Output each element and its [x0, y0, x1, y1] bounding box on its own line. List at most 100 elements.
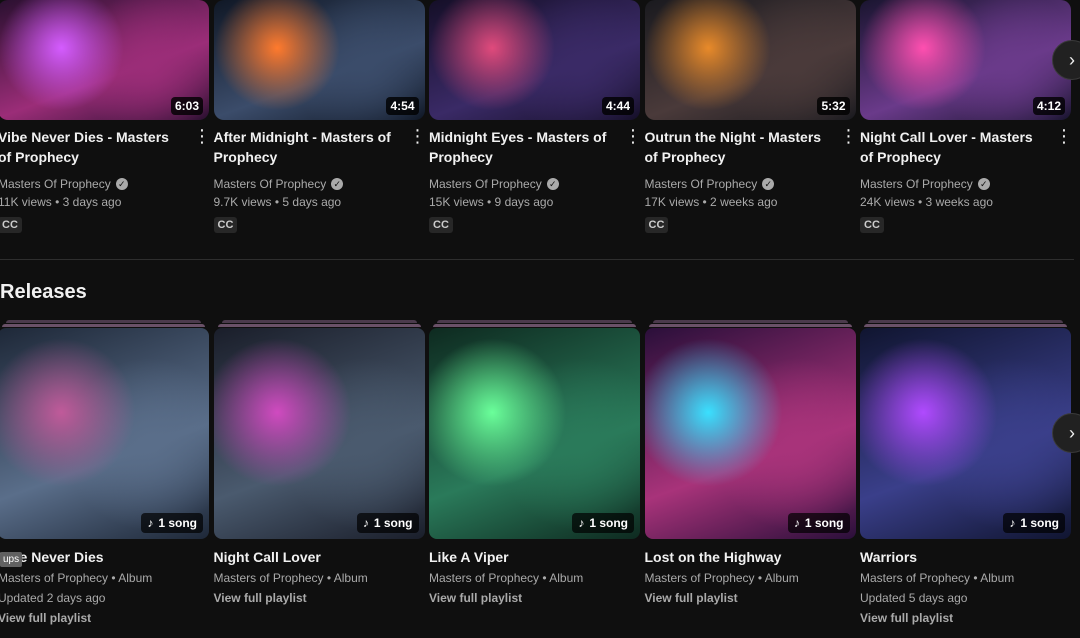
channel-label[interactable]: Masters Of Prophecy [645, 177, 758, 191]
album-cover[interactable]: ♪ 1 song [860, 328, 1071, 539]
song-count-badge: ♪ 1 song [787, 513, 850, 533]
verified-icon: ✓ [546, 178, 559, 190]
cc-badge: CC [213, 217, 238, 233]
cc-badge: CC [644, 217, 669, 233]
song-count-badge: ♪ 1 song [1003, 513, 1065, 533]
stack-edge [2, 324, 205, 327]
song-count: 1 song [804, 516, 844, 530]
album-cover[interactable]: ♪ 1 song [644, 328, 856, 539]
video-meta: 24K views • 3 weeks ago [860, 195, 993, 209]
view-playlist-link[interactable]: View full playlist [214, 591, 307, 605]
view-playlist-link[interactable]: View full playlist [0, 611, 91, 625]
stack-edge [437, 320, 632, 323]
song-count-badge: ♪ 1 song [572, 513, 634, 533]
video-meta: 17K views • 2 weeks ago [644, 195, 778, 209]
channel-name[interactable]: Masters Of Prophecy ✓ [429, 177, 559, 191]
stack-edge [652, 320, 848, 323]
album-title[interactable]: Like A Viper [429, 549, 509, 565]
more-vert-icon[interactable]: ⋮ [624, 126, 642, 148]
more-vert-icon[interactable]: ⋮ [840, 126, 858, 148]
song-count: 1 song [1020, 516, 1059, 530]
channel-label[interactable]: Masters Of Prophecy [860, 177, 973, 191]
album-cover[interactable]: ♪ 1 song [0, 328, 209, 539]
cc-badge: CC [0, 217, 22, 233]
divider [0, 259, 1074, 260]
verified-icon: ✓ [115, 178, 128, 190]
album-subtitle: Masters of Prophecy • Album [0, 571, 153, 585]
view-playlist-link[interactable]: View full playlist [429, 591, 522, 605]
duration-badge: 4:44 [601, 97, 634, 115]
video-thumbnail[interactable]: 4:12 [860, 0, 1071, 120]
song-count: 1 song [373, 516, 413, 530]
more-vert-icon[interactable]: ⋮ [409, 126, 427, 148]
video-title[interactable]: Outrun the Night - Masters of Prophecy [645, 127, 831, 167]
album-title[interactable]: Night Call Lover [214, 549, 321, 565]
stack-edge [864, 324, 1067, 327]
video-meta: 11K views • 3 days ago [0, 195, 122, 209]
video-thumbnail[interactable]: 5:32 [644, 0, 856, 120]
music-note-icon: ♪ [578, 516, 585, 530]
video-thumbnail[interactable]: 4:54 [213, 0, 425, 120]
channel-label[interactable]: Masters Of Prophecy [429, 177, 542, 191]
music-note-icon: ♪ [147, 516, 154, 530]
more-vert-icon[interactable]: ⋮ [193, 126, 211, 148]
section-title-releases: Releases [0, 281, 87, 303]
music-note-icon: ♪ [793, 516, 800, 530]
video-title[interactable]: After Midnight - Masters of Prophecy [214, 127, 400, 167]
album-cover[interactable]: ♪ 1 song [213, 328, 425, 539]
channel-name[interactable]: Masters Of Prophecy ✓ [645, 177, 775, 191]
artwork [860, 328, 1071, 539]
duration-badge: 4:54 [386, 97, 419, 115]
cc-badge: CC [860, 217, 884, 233]
album-title[interactable]: Warriors [860, 549, 917, 565]
album-cover[interactable]: ♪ 1 song [429, 328, 640, 539]
channel-name[interactable]: Masters Of Prophecy ✓ [0, 177, 128, 191]
album-subtitle: Masters of Prophecy • Album [429, 571, 584, 585]
verified-icon: ✓ [977, 178, 990, 190]
view-playlist-link[interactable]: View full playlist [645, 591, 738, 605]
video-meta: 15K views • 9 days ago [429, 195, 554, 209]
stack-edge [868, 320, 1063, 323]
video-meta: 9.7K views • 5 days ago [213, 195, 342, 209]
video-thumbnail[interactable]: 6:03 [0, 0, 209, 120]
video-title[interactable]: Midnight Eyes - Masters of Prophecy [429, 127, 615, 167]
song-count: 1 song [158, 516, 197, 530]
artwork [644, 328, 856, 539]
channel-name[interactable]: Masters Of Prophecy ✓ [860, 177, 990, 191]
music-note-icon: ♪ [362, 516, 369, 530]
song-count: 1 song [589, 516, 628, 530]
duration-badge: 4:12 [1032, 97, 1065, 115]
album-subtitle: Masters of Prophecy • Album [644, 571, 799, 585]
artwork [429, 328, 640, 539]
video-thumbnail[interactable]: 4:44 [429, 0, 640, 120]
song-count-badge: ♪ 1 song [141, 513, 203, 533]
updated-text: Updated 2 days ago [0, 591, 106, 605]
verified-icon: ✓ [331, 178, 344, 190]
album-title[interactable]: Lost on the Highway [645, 549, 782, 565]
duration-badge: 6:03 [170, 97, 203, 115]
song-count-badge: ♪ 1 song [356, 513, 419, 533]
cc-badge: CC [429, 217, 453, 233]
updated-text: Updated 5 days ago [860, 591, 968, 605]
video-title[interactable]: Vibe Never Dies - Masters of Prophecy [0, 127, 184, 167]
view-playlist-link[interactable]: View full playlist [860, 611, 953, 625]
album-subtitle: Masters of Prophecy • Album [860, 571, 1015, 585]
stack-edge [433, 324, 636, 327]
music-note-icon: ♪ [1009, 516, 1016, 530]
artwork [213, 328, 425, 539]
duration-badge: 5:32 [817, 97, 850, 115]
stack-edge [217, 324, 421, 327]
artwork [0, 328, 209, 539]
channel-label[interactable]: Masters Of Prophecy [0, 177, 111, 191]
verified-icon: ✓ [762, 178, 775, 190]
stack-edge [221, 320, 417, 323]
tooltip: ups [0, 552, 23, 567]
stack-edge [6, 320, 201, 323]
channel-label[interactable]: Masters Of Prophecy [214, 177, 327, 191]
videos-shelf: 6:03 Vibe Never Dies - Masters of Prophec… [0, 0, 1080, 245]
video-title[interactable]: Night Call Lover - Masters of Prophecy [860, 127, 1046, 167]
channel-name[interactable]: Masters Of Prophecy ✓ [214, 177, 344, 191]
more-vert-icon[interactable]: ⋮ [1055, 126, 1073, 148]
releases-shelf: ♪ 1 song Vibe Never Dies Masters of Prophec… [0, 320, 1080, 638]
stack-edge [648, 324, 852, 327]
